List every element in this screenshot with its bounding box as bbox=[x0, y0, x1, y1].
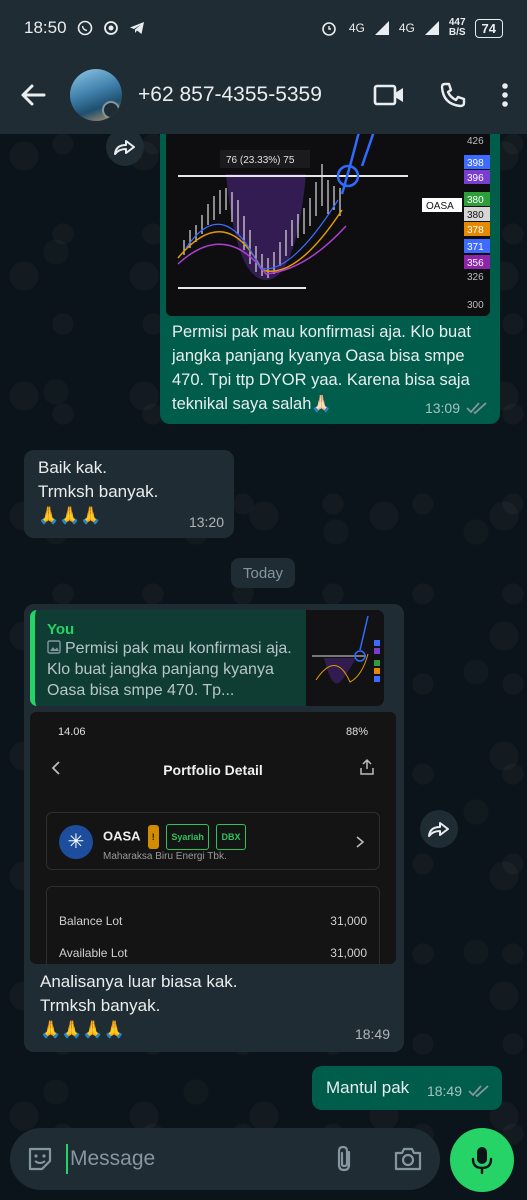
telegram-notification-icon bbox=[129, 22, 144, 34]
outgoing-message[interactable]: Mantul pak 18:49 bbox=[312, 1066, 502, 1110]
quote-text: Permisi pak mau konfirmasi aja. Klo buat… bbox=[47, 638, 309, 701]
contact-avatar[interactable] bbox=[70, 69, 122, 121]
quote-snippet: Permisi pak mau konfirmasi aja. Klo buat… bbox=[47, 640, 292, 699]
stock-ticker: OASA bbox=[103, 828, 141, 844]
more-options-icon[interactable] bbox=[501, 82, 509, 108]
incoming-reply-message[interactable]: You Permisi pak mau konfirmasi aja. Klo … bbox=[24, 604, 404, 1052]
message-meta: 18:49 bbox=[427, 1079, 490, 1103]
incoming-message[interactable]: Baik kak. Trmksh banyak. 🙏🙏🙏 13:20 bbox=[24, 450, 234, 538]
sync-notification-icon bbox=[103, 21, 118, 35]
voice-message-button[interactable] bbox=[450, 1128, 514, 1192]
screenshot-title: Portfolio Detail bbox=[163, 762, 263, 778]
chart-svg: 76 (23.33%) 75 OASA 426 398 396 380 380 378 37… bbox=[166, 134, 490, 316]
date-divider: Today bbox=[231, 558, 295, 588]
chevron-right-icon bbox=[356, 836, 365, 848]
outgoing-image-message[interactable]: 76 (23.33%) 75 OASA 426 398 396 380 380 378 37… bbox=[160, 134, 500, 424]
network-type-1: 4G bbox=[348, 21, 365, 35]
message-meta: 13:09 bbox=[425, 396, 488, 420]
lot-value: 31,000 bbox=[330, 914, 367, 928]
message-input[interactable] bbox=[66, 1144, 286, 1174]
message-time: 13:20 bbox=[188, 514, 224, 530]
price-tick-label: 426 bbox=[467, 136, 484, 147]
voice-call-icon[interactable] bbox=[439, 81, 467, 109]
network-type-2: 4G bbox=[398, 21, 415, 35]
price-tick-label: 371 bbox=[467, 242, 484, 253]
message-time: 18:49 bbox=[426, 1083, 462, 1099]
read-ticks-icon bbox=[466, 402, 487, 415]
price-tick-label: 396 bbox=[467, 173, 484, 184]
system-status-bar: 18:50 4G 4G 447 B/S 74 bbox=[0, 0, 527, 56]
quoted-message[interactable]: You Permisi pak mau konfirmasi aja. Klo … bbox=[30, 610, 384, 706]
lot-label: Available Lot bbox=[59, 946, 128, 960]
chart-image[interactable]: 76 (23.33%) 75 OASA 426 398 396 380 380 378 37… bbox=[166, 134, 490, 316]
company-name: Maharaksa Biru Energi Tbk. bbox=[103, 851, 227, 862]
forward-button[interactable] bbox=[420, 810, 458, 848]
message-composer bbox=[10, 1128, 440, 1190]
read-ticks-icon bbox=[468, 1085, 489, 1098]
chat-header: +62 857-4355-5359 bbox=[0, 56, 527, 134]
stock-card: ✳ OASA ! Syariah DBX Maharaksa Biru Ener… bbox=[46, 812, 380, 870]
signal-icon-1 bbox=[374, 21, 389, 35]
lot-row: Available Lot 31,000 bbox=[59, 941, 367, 964]
whatsapp-notification-icon bbox=[77, 20, 92, 36]
data-speed-unit: B/S bbox=[448, 27, 466, 38]
price-tick-label: 378 bbox=[467, 225, 484, 236]
emoji-line: 🙏🙏🙏🙏 bbox=[40, 1020, 125, 1039]
share-icon bbox=[360, 758, 374, 775]
stock-logo-icon: ✳ bbox=[59, 825, 93, 859]
portfolio-screenshot[interactable]: 14.06 88% Portfolio Detail ✳ OASA ! Syar… bbox=[30, 712, 396, 964]
message-list[interactable]: 76 (23.33%) 75 OASA 426 398 396 380 380 378 37… bbox=[0, 134, 527, 1120]
reply-text: Analisanya luar biasa kak. Trmksh banyak… bbox=[40, 970, 238, 1042]
battery-indicator: 74 bbox=[474, 18, 503, 38]
chart-callout: 76 (23.33%) 75 bbox=[226, 155, 295, 166]
screenshot-status-time: 14.06 bbox=[58, 726, 86, 738]
quote-thumbnail bbox=[306, 610, 384, 706]
message-time: 13:09 bbox=[424, 400, 460, 416]
lot-row: Balance Lot 31,000 bbox=[59, 909, 367, 933]
message-line: Analisanya luar biasa kak. bbox=[40, 972, 238, 991]
forward-button[interactable] bbox=[106, 134, 144, 166]
price-tick-label: 300 bbox=[467, 300, 484, 311]
avatar-status-icon bbox=[102, 101, 120, 119]
lot-label: Balance Lot bbox=[59, 914, 123, 928]
quote-thumbnail-chart bbox=[312, 615, 380, 684]
data-speed: 447 B/S bbox=[449, 18, 466, 38]
message-text: Mantul pak bbox=[326, 1078, 410, 1097]
price-tick-label: 356 bbox=[467, 258, 484, 269]
back-arrow-icon[interactable] bbox=[18, 80, 48, 110]
video-call-icon[interactable] bbox=[373, 83, 405, 107]
microphone-icon bbox=[471, 1147, 493, 1175]
attach-icon[interactable] bbox=[332, 1144, 358, 1174]
price-tick-label: 380 bbox=[467, 195, 484, 206]
message-time: 18:49 bbox=[354, 1026, 390, 1042]
camera-icon[interactable] bbox=[392, 1145, 424, 1173]
forward-icon bbox=[114, 140, 135, 155]
message-line: Baik kak. bbox=[38, 458, 107, 477]
screenshot-battery: 88% bbox=[345, 726, 368, 738]
price-tick-label: 398 bbox=[467, 158, 484, 169]
status-time: 18:50 bbox=[24, 18, 67, 37]
alarm-icon bbox=[322, 22, 336, 36]
signal-icon-2 bbox=[424, 21, 439, 35]
lot-value: 31,000 bbox=[330, 946, 367, 960]
price-tick-label: 380 bbox=[467, 210, 484, 221]
image-icon bbox=[47, 640, 61, 654]
message-line: Trmksh banyak. bbox=[38, 482, 159, 501]
forward-icon bbox=[428, 822, 449, 837]
lot-table: Balance Lot 31,000 Available Lot 31,000 bbox=[46, 886, 380, 964]
message-line: Trmksh banyak. bbox=[40, 996, 161, 1015]
sticker-emoji-icon[interactable] bbox=[26, 1145, 54, 1173]
price-tick-label: 326 bbox=[467, 272, 484, 283]
contact-name[interactable]: +62 857-4355-5359 bbox=[138, 83, 322, 107]
chart-ticker-label: OASA bbox=[426, 201, 454, 212]
